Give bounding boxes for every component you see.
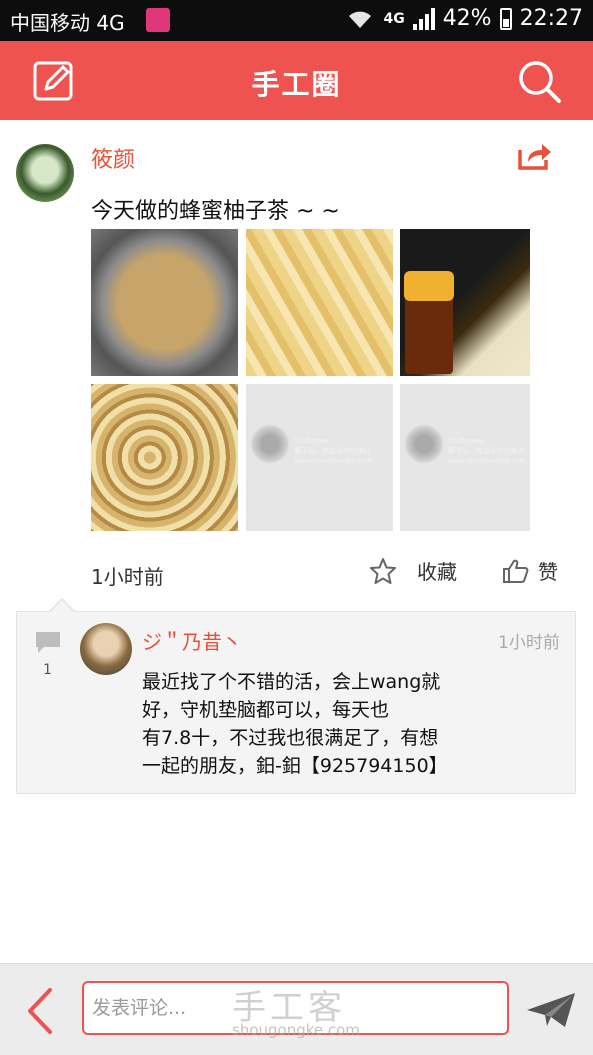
search-icon[interactable] (515, 57, 563, 105)
send-icon[interactable] (525, 990, 577, 1030)
post-image-3[interactable] (400, 229, 530, 376)
post-image-6[interactable]: Craftsman 静下心，体会手作的美好 www.shougongke.com (400, 384, 530, 531)
image-watermark: Craftsman 静下心，体会手作的美好 www.shougongke.com (448, 437, 527, 465)
post-author-avatar[interactable] (16, 144, 74, 202)
post-text: 今天做的蜂蜜柚子茶 ~ ~ (91, 199, 340, 224)
image-watermark: Craftsman 静下心，体会手作的美好 www.shougongke.com (294, 437, 373, 465)
like-button[interactable]: 赞 (502, 556, 558, 585)
share-icon[interactable] (516, 140, 552, 172)
post-image-4[interactable] (91, 384, 238, 531)
wifi-icon (349, 11, 372, 28)
comment-text: 最近找了个不错的活，会上wang就 好，守机垫脑都可以，每天也 有7.8十，不过… (142, 671, 448, 777)
like-label: 赞 (538, 560, 558, 584)
thumbs-up-icon (503, 559, 529, 583)
comment-bar (0, 963, 593, 1055)
signal-icon (412, 7, 435, 30)
comment-input[interactable] (82, 981, 509, 1035)
commenter-name[interactable]: ジ＂乃昔丶 (142, 626, 242, 655)
post-image-5[interactable]: Craftsman 静下心，体会手作的美好 www.shougongke.com (246, 384, 393, 531)
network-label: 4G (383, 10, 405, 27)
favorite-button[interactable]: 收藏 (369, 556, 457, 585)
carrier-label: 中国移动 4G (10, 11, 125, 35)
comment-time: 1小时前 (498, 633, 560, 653)
page-title: 手工圈 (251, 68, 342, 101)
star-icon (370, 557, 396, 584)
app-header: 手工圈 (0, 41, 593, 120)
back-arrow-icon[interactable] (22, 986, 58, 1036)
post-author-name[interactable]: 筱颜 (91, 142, 135, 174)
comment-icon (36, 632, 60, 653)
post-time: 1小时前 (91, 565, 164, 589)
post-image-2[interactable] (246, 229, 393, 376)
battery-icon (499, 7, 512, 30)
status-bar: 中国移动 4G 4G 42% 22:27 (0, 0, 593, 41)
volume-icon (146, 8, 170, 32)
clock: 22:27 (519, 6, 583, 31)
post-image-1[interactable] (91, 229, 238, 376)
battery-label: 42% (442, 6, 492, 31)
favorite-label: 收藏 (417, 560, 457, 584)
commenter-avatar[interactable] (80, 623, 132, 675)
comment-count: 1 (43, 662, 52, 678)
